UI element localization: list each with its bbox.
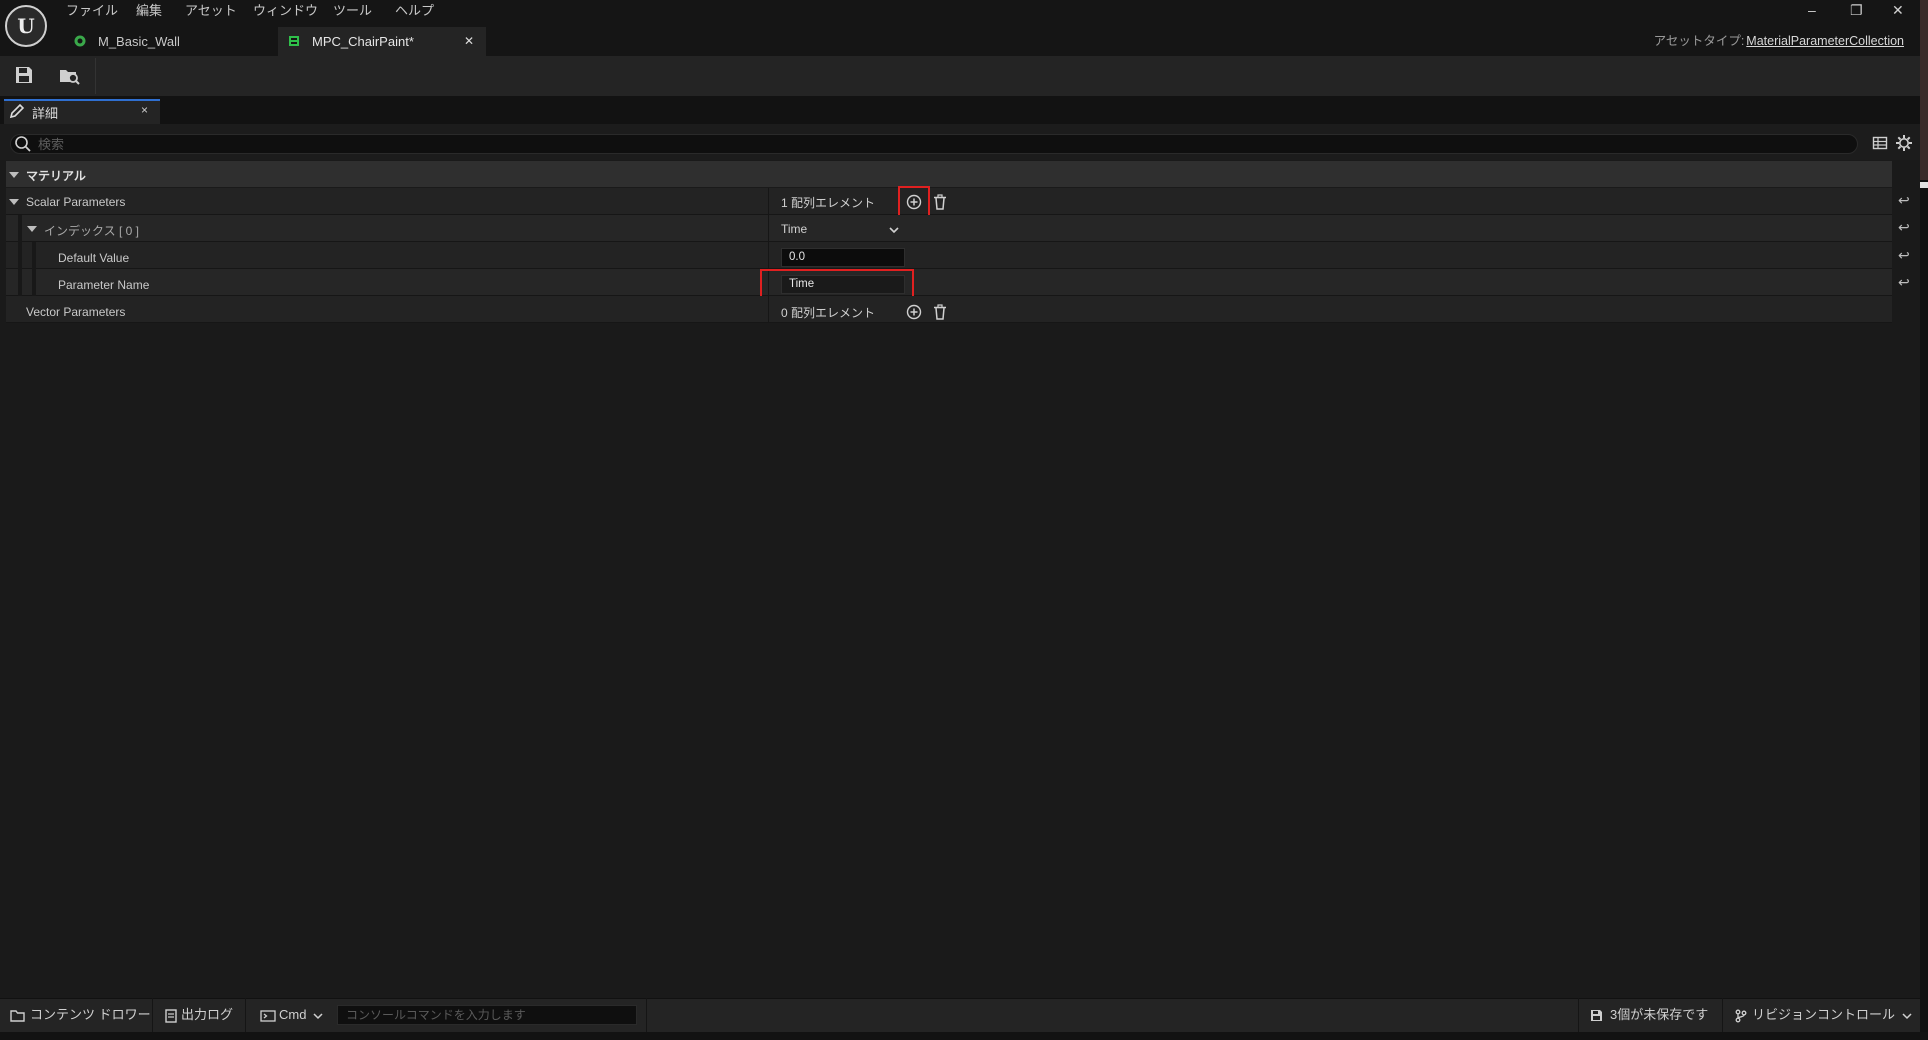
search-icon	[15, 136, 31, 152]
asset-type-label: アセットタイプ:	[1653, 34, 1745, 48]
add-element-icon[interactable]	[906, 194, 922, 210]
content-drawer-label: コンテンツ ドロワー	[30, 1007, 151, 1022]
chevron-down-icon	[1902, 1013, 1912, 1019]
property-row-parameter-name	[6, 269, 1892, 296]
tab-mpc-chairpaint[interactable]: MPC_ChairPaint* ✕	[278, 27, 486, 56]
gear-icon[interactable]	[1895, 134, 1913, 152]
revision-control-button[interactable]: リビジョンコントロール	[1734, 998, 1912, 1032]
reset-to-default-icon[interactable]: ↩	[1898, 192, 1910, 209]
search-input[interactable]	[38, 134, 1538, 154]
column-separator	[768, 242, 769, 269]
close-icon[interactable]: ✕	[464, 27, 474, 56]
separator	[1578, 998, 1579, 1032]
reset-to-default-icon[interactable]: ↩	[1898, 247, 1910, 264]
menu-asset[interactable]: アセット	[185, 0, 237, 22]
close-button[interactable]: ✕	[1892, 2, 1904, 19]
vector-parameters-count: 0 配列エレメント	[781, 306, 876, 320]
reset-to-default-icon[interactable]: ↩	[1898, 274, 1910, 291]
scalar-parameters-label: Scalar Parameters	[26, 195, 126, 209]
default-value-field[interactable]: 0.0	[781, 248, 905, 267]
tab-details[interactable]	[4, 99, 160, 124]
property-row-vector-parameters	[6, 296, 1892, 323]
index-0-value: Time	[781, 222, 808, 236]
separator	[152, 998, 153, 1032]
save-button[interactable]	[13, 64, 39, 88]
folder-icon	[10, 1009, 25, 1022]
scrollbar-thumb[interactable]	[1920, 182, 1928, 188]
chevron-down-icon[interactable]	[9, 199, 19, 205]
toolbar	[0, 56, 1920, 96]
scalar-parameters-count: 1 配列エレメント	[781, 196, 876, 210]
trash-icon[interactable]	[932, 194, 948, 210]
separator	[245, 998, 246, 1032]
browse-to-asset-button[interactable]	[58, 64, 84, 88]
category-header-material[interactable]	[6, 161, 1892, 187]
indent-guide	[18, 269, 22, 296]
window-edge-accent	[1920, 0, 1928, 180]
tab-label: MPC_ChairPaint*	[312, 34, 414, 49]
menu-tools[interactable]: ツール	[333, 0, 372, 22]
column-separator	[768, 215, 769, 242]
menu-file[interactable]: ファイル	[66, 0, 118, 22]
separator	[646, 998, 647, 1032]
output-log-button[interactable]: 出力ログ	[165, 998, 233, 1032]
restore-button[interactable]: ❐	[1850, 2, 1863, 19]
default-value-label: Default Value	[58, 251, 130, 265]
material-icon	[74, 35, 86, 47]
indent-guide	[32, 242, 36, 269]
chevron-down-icon[interactable]	[27, 226, 37, 232]
add-element-icon[interactable]	[906, 304, 922, 320]
unsaved-assets-button[interactable]: 3個が未保存です	[1590, 998, 1708, 1032]
chevron-down-icon[interactable]	[888, 225, 900, 235]
tab-label: M_Basic_Wall	[98, 34, 180, 49]
index-0-label: インデックス [ 0 ]	[44, 224, 139, 238]
cmd-selector[interactable]: Cmd	[260, 998, 323, 1032]
column-separator	[768, 296, 769, 323]
menu-edit[interactable]: 編集	[136, 0, 162, 22]
cmd-label: Cmd	[279, 1007, 307, 1022]
unreal-logo-icon[interactable]: U	[5, 5, 47, 47]
material-parameter-collection-icon	[289, 36, 299, 46]
panel-tab-label: 詳細	[32, 106, 59, 121]
table-view-icon[interactable]	[1872, 135, 1888, 151]
property-row-scalar-parameters	[6, 188, 1892, 215]
separator	[1722, 998, 1723, 1032]
vector-parameters-label: Vector Parameters	[26, 305, 126, 319]
indent-guide	[18, 215, 22, 242]
tab-m-basic-wall[interactable]: M_Basic_Wall	[64, 27, 278, 56]
browse-to-asset-icon	[60, 70, 80, 85]
category-label: マテリアル	[26, 169, 86, 183]
column-separator	[768, 188, 769, 215]
menu-help[interactable]: ヘルプ	[395, 0, 434, 22]
log-icon	[165, 1008, 177, 1023]
property-row-index-0	[6, 215, 1892, 242]
revision-control-label: リビジョンコントロール	[1752, 1007, 1896, 1022]
content-drawer-button[interactable]: コンテンツ ドロワー	[10, 998, 151, 1032]
asset-type: アセットタイプ: MaterialParameterCollection	[1654, 30, 1904, 49]
parameter-name-label: Parameter Name	[58, 278, 150, 292]
minimize-button[interactable]: –	[1808, 2, 1816, 18]
reset-to-default-icon[interactable]: ↩	[1898, 219, 1910, 236]
window-bottom-edge	[0, 1032, 1928, 1040]
trash-icon[interactable]	[932, 304, 948, 320]
pencil-icon	[9, 103, 25, 119]
indent-guide	[32, 269, 36, 296]
close-icon[interactable]: ×	[141, 103, 148, 117]
indent-guide	[18, 242, 22, 269]
menu-window[interactable]: ウィンドウ	[253, 0, 318, 22]
terminal-icon	[260, 1009, 276, 1022]
output-log-label: 出力ログ	[181, 1007, 234, 1022]
branch-icon	[1735, 1009, 1747, 1023]
asset-type-link[interactable]: MaterialParameterCollection	[1746, 34, 1904, 48]
toolbar-separator	[95, 58, 96, 94]
unsaved-label: 3個が未保存です	[1610, 1007, 1709, 1022]
chevron-down-icon[interactable]	[9, 172, 19, 178]
save-icon	[16, 67, 32, 83]
console-command-input[interactable]	[337, 1005, 637, 1025]
property-row-default-value	[6, 242, 1892, 269]
chevron-down-icon	[313, 1013, 323, 1019]
parameter-name-field[interactable]: Time	[781, 275, 905, 294]
panel-tab-strip	[0, 96, 1920, 124]
save-all-icon	[1591, 1009, 1602, 1021]
